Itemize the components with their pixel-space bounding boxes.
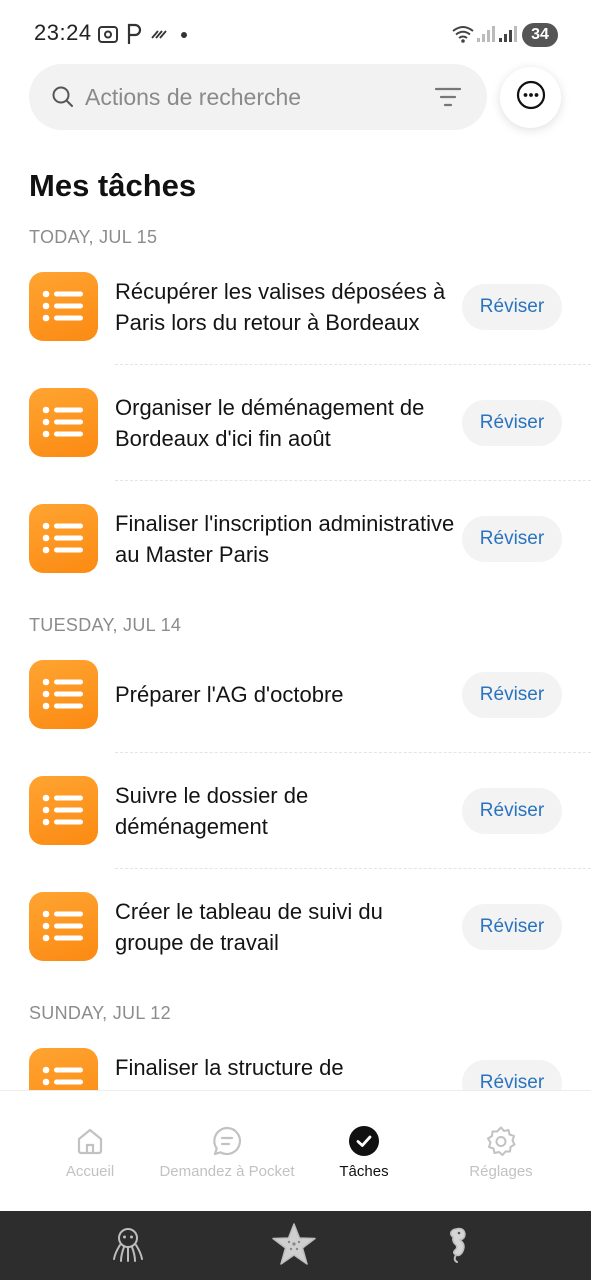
nav-item-ask-pocket[interactable]: Demandez à Pocket [153, 1091, 301, 1212]
task-title: Préparer l'AG d'octobre [115, 682, 344, 707]
dot-icon [180, 22, 188, 46]
nav-item-tasks[interactable]: Tâches [290, 1091, 438, 1212]
task-title: Suivre le dossier de déménagement [115, 783, 309, 839]
gear-icon [485, 1125, 517, 1157]
section-date-label: TUESDAY, JUL 14 [29, 615, 182, 635]
task-title: Récupérer les valises déposées à Paris l… [115, 279, 446, 335]
p-app-icon [126, 22, 142, 46]
review-button[interactable]: Réviser [462, 788, 562, 834]
task-item[interactable]: Organiser le déménagement de Bordeaux d'… [29, 388, 562, 504]
chat-icon [211, 1125, 243, 1157]
task-title: Organiser le déménagement de Bordeaux d'… [115, 395, 425, 451]
task-item[interactable]: Récupérer les valises déposées à Paris l… [29, 272, 562, 388]
nav-item-settings[interactable]: Réglages [427, 1091, 575, 1212]
review-button[interactable]: Réviser [462, 400, 562, 446]
screenshot-icon [97, 22, 119, 46]
review-button[interactable]: Réviser [462, 1060, 562, 1090]
signal-icon [476, 22, 496, 46]
section-date-label: TODAY, JUL 15 [29, 227, 158, 247]
divider [115, 752, 591, 753]
task-list-icon [29, 660, 98, 729]
nav-item-home[interactable]: Accueil [16, 1091, 164, 1212]
wifi-icon [451, 22, 475, 46]
home-icon [74, 1125, 106, 1157]
starfish-icon[interactable] [271, 1222, 317, 1273]
nav-label: Accueil [65, 1163, 115, 1180]
nfc-icon [150, 22, 170, 46]
task-item[interactable]: Préparer l'AG d'octobre Réviser [29, 660, 562, 776]
task-title: Finaliser la structure de [115, 1055, 344, 1080]
task-list-icon [29, 892, 98, 961]
task-item[interactable]: Suivre le dossier de déménagement Révise… [29, 776, 562, 892]
task-list: Mes tâches TODAY, JUL 15 Récupérer les v… [0, 140, 591, 1090]
status-time: 23:24 [34, 20, 92, 45]
task-list-icon [29, 776, 98, 845]
search-input[interactable] [85, 64, 415, 130]
more-horizontal-icon [516, 80, 546, 115]
octopus-icon[interactable] [112, 1227, 144, 1268]
page-title: Mes tâches [29, 168, 197, 203]
search-bar[interactable] [29, 64, 487, 130]
task-list-icon [29, 388, 98, 457]
filter-icon[interactable] [434, 86, 462, 113]
bottom-navigation: Accueil Demandez à Pocket Tâches Réglage… [0, 1090, 591, 1211]
signal-roaming-icon [498, 22, 518, 46]
divider [115, 364, 591, 365]
nav-label: Tâches [339, 1163, 389, 1180]
system-navigation-bar [0, 1211, 591, 1280]
nav-label: Demandez à Pocket [159, 1163, 295, 1180]
nav-label: Réglages [469, 1163, 533, 1180]
task-list-icon [29, 272, 98, 341]
seahorse-icon[interactable] [446, 1225, 470, 1270]
task-list-icon [29, 1048, 98, 1090]
task-title: Finaliser l'inscription administrative a… [115, 511, 455, 567]
check-circle-icon [348, 1125, 380, 1157]
divider [115, 868, 591, 869]
task-title: Créer le tableau de suivi du groupe de t… [115, 899, 383, 955]
more-options-button[interactable] [500, 67, 561, 128]
review-button[interactable]: Réviser [462, 516, 562, 562]
task-item[interactable]: Créer le tableau de suivi du groupe de t… [29, 892, 562, 1008]
task-item[interactable]: Finaliser la structure de Réviser [29, 1048, 562, 1090]
status-bar: 23:24 34 [0, 0, 591, 68]
review-button[interactable]: Réviser [462, 904, 562, 950]
battery-icon: 34 [522, 23, 558, 47]
review-button[interactable]: Réviser [462, 672, 562, 718]
divider [115, 480, 591, 481]
search-icon [51, 85, 75, 114]
task-item[interactable]: Finaliser l'inscription administrative a… [29, 504, 562, 620]
task-list-icon [29, 504, 98, 573]
review-button[interactable]: Réviser [462, 284, 562, 330]
section-date-label: SUNDAY, JUL 12 [29, 1003, 171, 1023]
